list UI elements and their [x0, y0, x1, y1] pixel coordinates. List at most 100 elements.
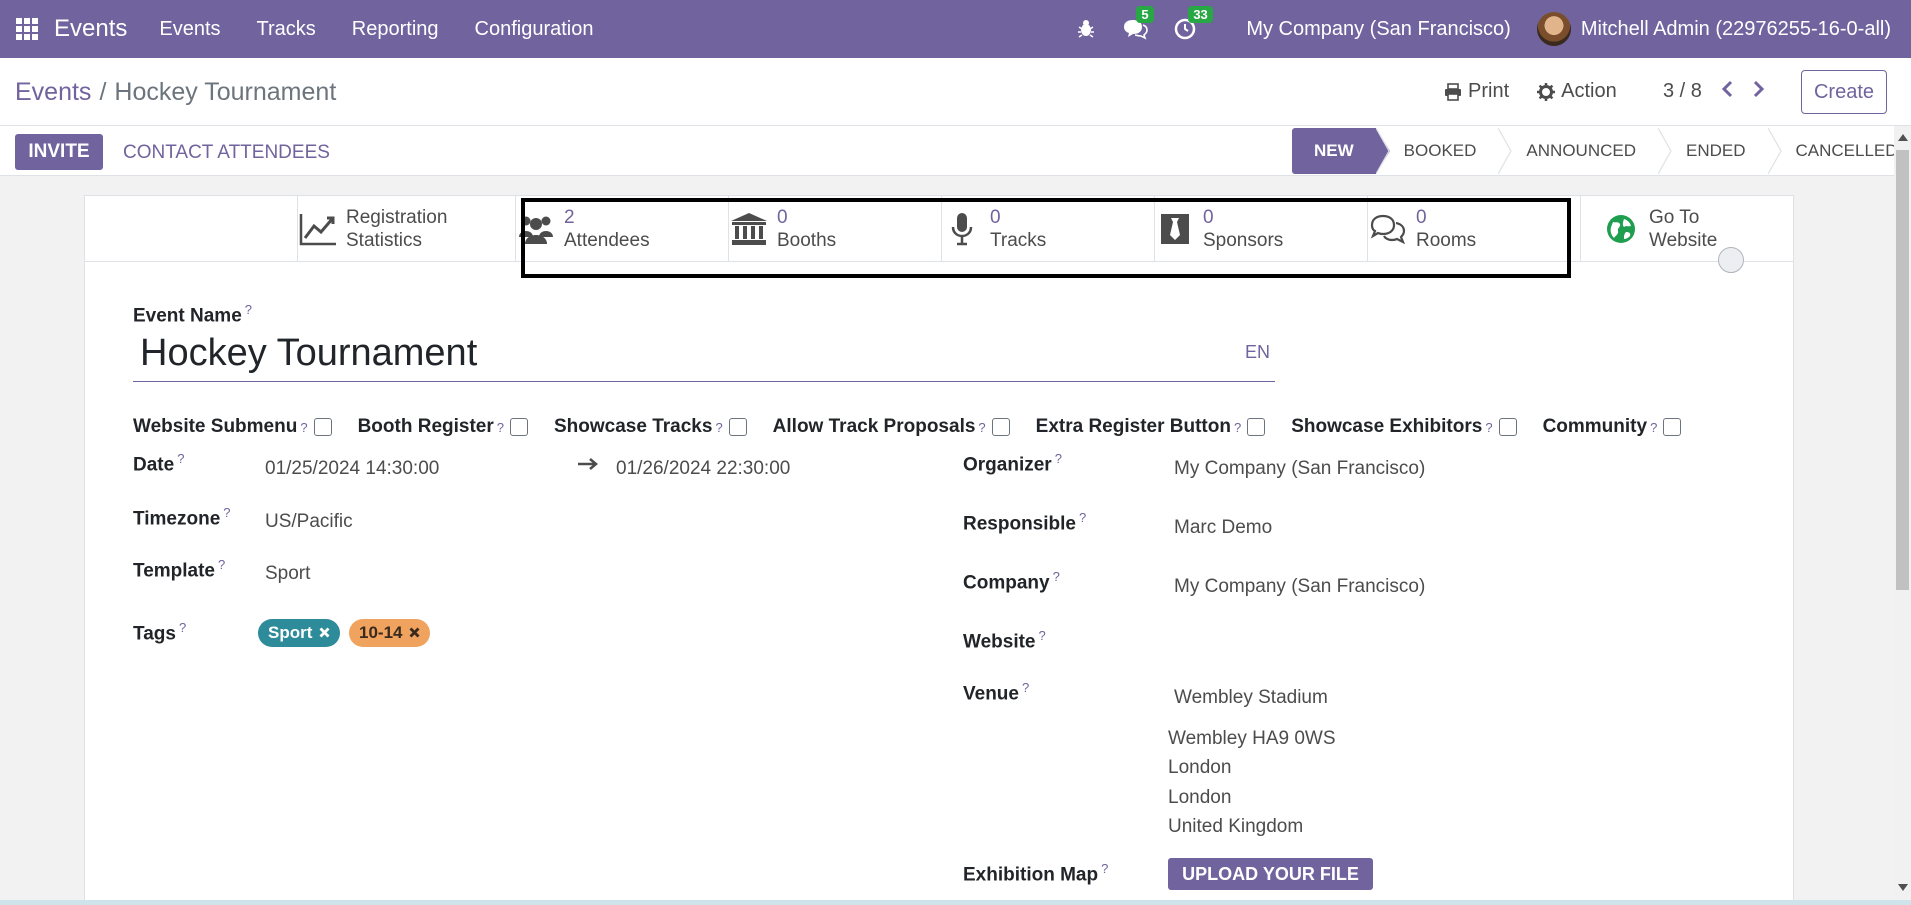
create-button[interactable]: Create — [1801, 70, 1887, 114]
user-avatar[interactable] — [1536, 12, 1571, 46]
date-start-input[interactable]: 01/25/2024 14:30:00 — [265, 458, 439, 480]
rooms-button[interactable]: 0 Rooms — [1367, 196, 1580, 261]
black-tie-icon — [1155, 213, 1195, 245]
page-scrollbar[interactable] — [1894, 126, 1911, 905]
bug-icon[interactable] — [1076, 19, 1096, 39]
community-option: Community? — [1543, 416, 1682, 438]
menu-events[interactable]: Events — [159, 18, 220, 41]
responsible-label: Responsible? — [963, 510, 1087, 535]
event-name-label: Event Name? — [133, 302, 253, 327]
stage-ended[interactable]: ENDED — [1657, 128, 1768, 174]
extra-register-button-checkbox[interactable] — [1247, 418, 1266, 436]
menu-tracks[interactable]: Tracks — [257, 18, 316, 41]
venue-select[interactable]: Wembley Stadium — [1174, 687, 1328, 709]
stage-new[interactable]: NEW — [1292, 128, 1390, 174]
scroll-down-arrow-icon[interactable] — [1898, 884, 1908, 891]
scroll-up-arrow-icon[interactable] — [1898, 134, 1908, 141]
menu-reporting[interactable]: Reporting — [352, 18, 439, 41]
website-line1: Go To — [1649, 206, 1700, 228]
stage-booked-label: BOOKED — [1403, 141, 1477, 160]
language-button[interactable]: EN — [1245, 342, 1270, 363]
action-button[interactable]: Action — [1537, 80, 1617, 103]
action-label: Action — [1561, 80, 1617, 102]
apps-menu-icon[interactable] — [0, 0, 54, 58]
go-to-website-button[interactable]: Go To Website — [1580, 196, 1793, 261]
booths-label: Booths — [777, 229, 837, 251]
allow-track-proposals-option: Allow Track Proposals? — [773, 416, 1010, 438]
arrow-right-icon — [577, 452, 599, 482]
sponsors-button[interactable]: 0 Sponsors — [1154, 196, 1367, 261]
website-submenu-option: Website Submenu? — [133, 416, 332, 438]
showcase-exhibitors-checkbox[interactable] — [1498, 418, 1517, 436]
remove-tag-icon[interactable] — [409, 623, 420, 643]
venue-address-line: London — [1168, 757, 1232, 778]
timezone-label: Timezone? — [133, 505, 231, 530]
stage-booked[interactable]: BOOKED — [1375, 128, 1499, 174]
sponsors-label: Sponsors — [1203, 229, 1284, 251]
help-icon[interactable]: ? — [245, 302, 252, 317]
contact-attendees-button[interactable]: CONTACT ATTENDEES — [123, 142, 330, 164]
attendees-count: 2 — [564, 206, 575, 228]
options-row: Website Submenu? Booth Register? Showcas… — [133, 416, 1707, 438]
app-name[interactable]: Events — [54, 15, 127, 43]
extra-register-button-option: Extra Register Button? — [1036, 416, 1266, 438]
breadcrumb-events-link[interactable]: Events — [15, 78, 91, 106]
company-label: Company? — [963, 569, 1060, 594]
invite-button[interactable]: INVITE — [15, 134, 103, 170]
timezone-select[interactable]: US/Pacific — [265, 511, 353, 533]
company-select[interactable]: My Company (San Francisco) — [1174, 576, 1425, 598]
template-select[interactable]: Sport — [265, 563, 310, 585]
community-checkbox[interactable] — [1663, 418, 1682, 436]
globe-icon — [1601, 214, 1641, 244]
messages-icon[interactable]: 5 — [1122, 6, 1154, 40]
stage-pipeline: NEW BOOKED ANNOUNCED ENDED CANCELLED — [1292, 128, 1911, 176]
remove-tag-icon[interactable] — [319, 623, 330, 643]
showcase-exhibitors-option: Showcase Exhibitors? — [1291, 416, 1517, 438]
pager-value[interactable]: 3 / 8 — [1663, 80, 1702, 103]
organizer-label: Organizer? — [963, 451, 1062, 476]
messages-badge: 5 — [1136, 6, 1154, 23]
gear-icon — [1537, 82, 1556, 101]
stage-announced-label: ANNOUNCED — [1526, 141, 1636, 160]
activities-badge: 33 — [1188, 6, 1213, 23]
booths-button[interactable]: 0 Booths — [728, 196, 941, 261]
activities-clock-icon[interactable]: 33 — [1174, 6, 1213, 40]
tags-label: Tags? — [133, 620, 187, 645]
breadcrumb-current: Hockey Tournament — [114, 78, 337, 106]
template-label: Template? — [133, 557, 226, 582]
pager-next-icon[interactable] — [1752, 78, 1766, 104]
organizer-select[interactable]: My Company (San Francisco) — [1174, 458, 1425, 480]
kanban-state-toggle[interactable] — [1718, 247, 1744, 273]
rooms-label: Rooms — [1416, 229, 1477, 251]
attendees-button[interactable]: 2 Attendees — [515, 196, 728, 261]
status-bar: INVITE CONTACT ATTENDEES NEW BOOKED ANNO… — [0, 126, 1898, 176]
smart-button-box: Registration Statistics 2 Attendees 0 Bo… — [85, 196, 1793, 278]
pager-previous-icon[interactable] — [1720, 78, 1734, 104]
print-button[interactable]: Print — [1444, 80, 1509, 103]
event-name-input[interactable]: Hockey Tournament EN — [133, 332, 1275, 382]
venue-address-line: Wembley HA9 0WS — [1168, 728, 1336, 749]
responsible-select[interactable]: Marc Demo — [1174, 517, 1272, 539]
tracks-label: Tracks — [990, 229, 1047, 251]
menu-configuration[interactable]: Configuration — [475, 18, 594, 41]
upload-file-button[interactable]: UPLOAD YOUR FILE — [1168, 858, 1373, 890]
allow-track-proposals-checkbox[interactable] — [991, 418, 1010, 436]
date-end-input[interactable]: 01/26/2024 22:30:00 — [616, 458, 790, 480]
scroll-thumb[interactable] — [1896, 150, 1909, 590]
tag-sport[interactable]: Sport — [258, 619, 341, 647]
users-icon — [516, 213, 556, 245]
stage-announced[interactable]: ANNOUNCED — [1498, 128, 1658, 174]
website-submenu-checkbox[interactable] — [313, 418, 332, 436]
tag-10-14[interactable]: 10-14 — [349, 619, 431, 647]
showcase-tracks-checkbox[interactable] — [728, 418, 747, 436]
booth-register-checkbox[interactable] — [510, 418, 528, 436]
company-switcher[interactable]: My Company (San Francisco) — [1246, 18, 1511, 41]
tracks-button[interactable]: 0 Tracks — [941, 196, 1154, 261]
stage-cancelled[interactable]: CANCELLED — [1767, 128, 1911, 174]
venue-address-line: London — [1168, 787, 1232, 808]
showcase-tracks-option: Showcase Tracks? — [554, 416, 747, 438]
microphone-icon — [942, 212, 982, 246]
registration-statistics-button[interactable]: Registration Statistics — [297, 196, 515, 261]
sponsors-count: 0 — [1203, 206, 1214, 228]
user-menu[interactable]: Mitchell Admin (22976255-16-0-all) — [1581, 18, 1891, 41]
